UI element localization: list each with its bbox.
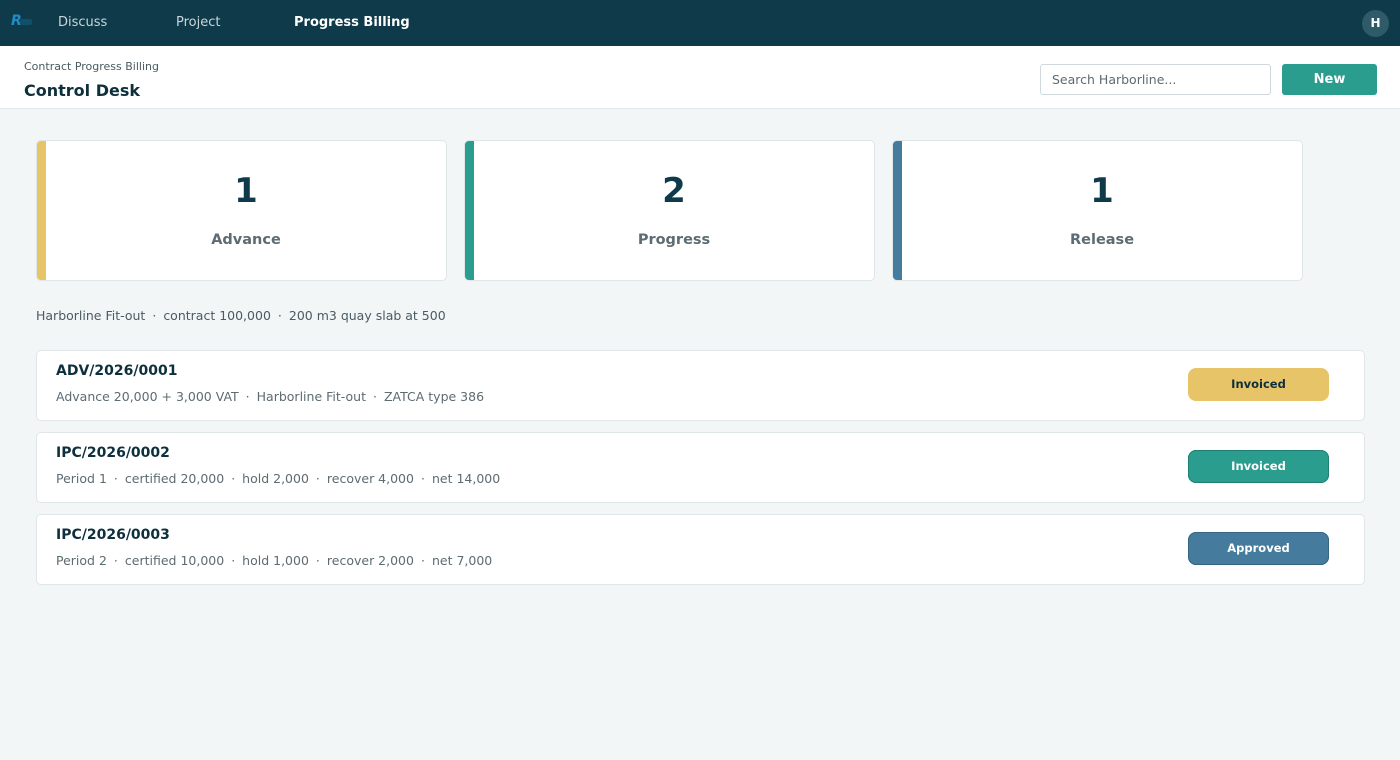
stat-label: Release — [1069, 232, 1135, 248]
detail-certified: certified 10,000 — [124, 553, 225, 568]
stat-card-release[interactable]: 1 Release — [892, 140, 1303, 281]
detail-certified: certified 20,000 — [124, 471, 225, 486]
breadcrumb[interactable]: Contract Progress Billing — [24, 60, 159, 73]
status-badge: Approved — [1188, 532, 1329, 565]
stat-card-progress[interactable]: 2 Progress — [464, 140, 875, 281]
document-number: IPC/2026/0003 — [56, 527, 170, 543]
user-avatar[interactable]: H — [1362, 10, 1389, 37]
detail-hold: hold 1,000 — [242, 553, 309, 568]
contract-summary: Harborline Fit-out · contract 100,000 · 200 … — [36, 308, 446, 323]
detail-recover: recover 4,000 — [326, 471, 414, 486]
detail-amount: Advance 20,000 + 3,000 VAT — [56, 389, 239, 404]
contract-value: contract 100,000 — [163, 308, 271, 323]
top-navbar: R Discuss Project Progress Billing H — [0, 0, 1400, 46]
document-details: Period 1 · certified 20,000 · hold 2,000 · rec… — [56, 471, 501, 486]
stat-label: Progress — [637, 232, 711, 248]
status-badge: Invoiced — [1188, 368, 1329, 401]
stat-card-advance[interactable]: 1 Advance — [36, 140, 447, 281]
detail-period: Period 2 — [56, 553, 107, 568]
detail-period: Period 1 — [56, 471, 107, 486]
document-row-ipc-0002[interactable]: IPC/2026/0002 Period 1 · certified 20,000 ·… — [36, 432, 1365, 503]
stat-value: 1 — [234, 171, 258, 211]
status-badge: Invoiced — [1188, 450, 1329, 483]
detail-net: net 14,000 — [431, 471, 501, 486]
nav-discuss[interactable]: Discuss — [58, 15, 107, 31]
scope-summary: 200 m3 quay slab at 500 — [288, 308, 446, 323]
detail-project: Harborline Fit-out — [256, 389, 366, 404]
page-title: Control Desk — [24, 81, 141, 100]
document-row-adv-0001[interactable]: ADV/2026/0001 Advance 20,000 + 3,000 VAT… — [36, 350, 1365, 421]
nav-progress-billing[interactable]: Progress Billing — [294, 15, 410, 31]
detail-net: net 7,000 — [431, 553, 493, 568]
detail-hold: hold 2,000 — [242, 471, 309, 486]
new-button[interactable]: New — [1282, 64, 1377, 95]
search-input[interactable] — [1040, 64, 1271, 95]
project-name: Harborline Fit-out — [36, 308, 146, 323]
card-accent-bar — [893, 141, 902, 280]
document-row-ipc-0003[interactable]: IPC/2026/0003 Period 2 · certified 10,000 ·… — [36, 514, 1365, 585]
card-accent-bar — [37, 141, 46, 280]
document-number: ADV/2026/0001 — [56, 363, 178, 379]
stat-value: 2 — [662, 171, 686, 211]
document-details: Advance 20,000 + 3,000 VAT · Harborline Fi… — [56, 389, 485, 404]
detail-zatca-type: ZATCA type 386 — [383, 389, 485, 404]
document-details: Period 2 · certified 10,000 · hold 1,000 · rec… — [56, 553, 493, 568]
stat-label: Advance — [211, 232, 281, 248]
document-number: IPC/2026/0002 — [56, 445, 170, 461]
card-accent-bar — [465, 141, 474, 280]
stat-value: 1 — [1090, 171, 1114, 211]
app-logo-icon[interactable]: R — [11, 13, 33, 31]
page-header: Contract Progress Billing Control Desk N… — [0, 46, 1400, 109]
nav-project[interactable]: Project — [176, 15, 220, 31]
detail-recover: recover 2,000 — [326, 553, 414, 568]
